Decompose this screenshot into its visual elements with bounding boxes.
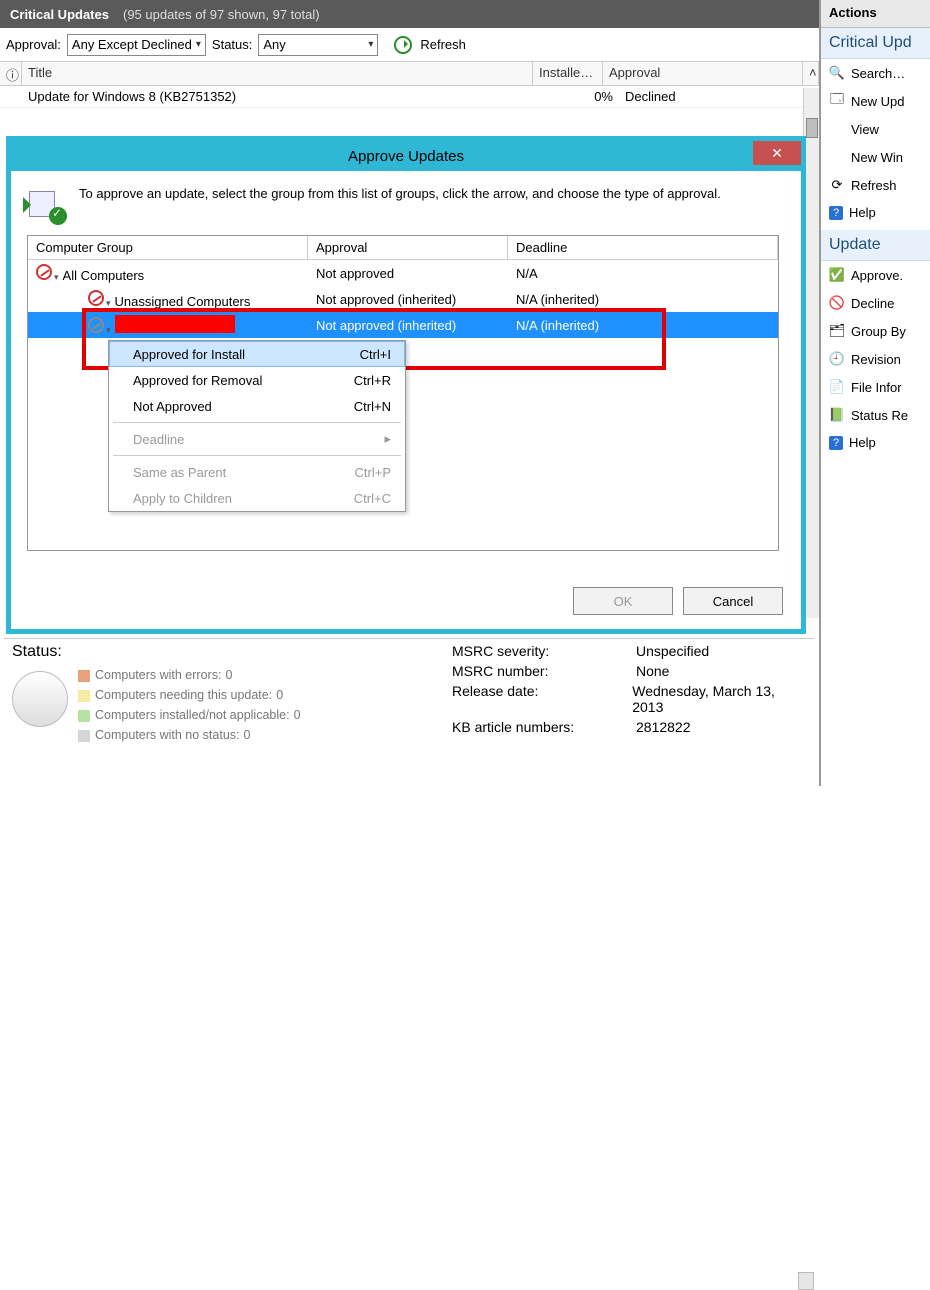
status-panel: Status: Computers with errors:0 Computer… [4,638,814,776]
action-help[interactable]: ?Help [821,199,930,226]
actions-pane: Actions Critical Upd 🔍Search… 🗔New Upd V… [820,0,930,786]
action-file-info[interactable]: 📄File Infor [821,373,930,401]
action-approve[interactable]: ✅Approve. [821,261,930,289]
redacted-group-name [115,315,235,333]
refresh-icon[interactable] [394,36,412,54]
prohibit-icon [36,264,52,280]
approve-icon [27,185,67,225]
file-icon: 📄 [829,379,845,395]
status-filter-combo[interactable]: Any ▾ [258,34,378,56]
prohibit-icon [88,290,104,306]
status-chart-icon [12,671,68,727]
action-help-2[interactable]: ?Help [821,429,930,456]
table-row[interactable]: Update for Windows 8 (KB2751352) 0% Decl… [0,86,819,108]
group-row-unassigned[interactable]: ▾Unassigned Computers Not approved (inhe… [28,286,778,312]
status-heading: Status: [12,643,452,661]
prohibit-icon [88,317,104,333]
action-revision[interactable]: 🕘Revision [821,345,930,373]
menu-deadline[interactable]: Deadline▸ [109,426,405,452]
action-new-update[interactable]: 🗔New Upd [821,87,930,115]
new-update-icon: 🗔 [829,93,845,109]
search-icon: 🔍 [829,65,845,81]
action-search[interactable]: 🔍Search… [821,59,930,87]
decline-icon: 🚫 [829,295,845,311]
col-deadline[interactable]: Deadline [508,236,778,259]
window-subtitle: (95 updates of 97 shown, 97 total) [123,7,320,22]
action-group-by[interactable]: 🗂Group By [821,317,930,345]
revision-icon: 🕘 [829,351,845,367]
col-approval[interactable]: Approval [603,62,803,85]
scroll-handle[interactable] [798,1272,814,1290]
refresh-link[interactable]: Refresh [420,37,466,52]
status-filter-label: Status: [212,37,252,52]
action-decline[interactable]: 🚫Decline [821,289,930,317]
filter-bar: Approval: Any Except Declined ▾ Status: … [0,28,819,62]
approval-context-menu: Approved for InstallCtrl+I Approved for … [108,340,406,512]
action-new-window[interactable]: New Win [821,143,930,171]
chevron-down-icon: ▾ [368,39,373,50]
action-refresh[interactable]: ⟳Refresh [821,171,930,199]
col-computer-group[interactable]: Computer Group [28,236,308,259]
menu-apply-children[interactable]: Apply to ChildrenCtrl+C [109,485,405,511]
col-icon[interactable]: ⓘ [0,62,22,85]
approval-filter-combo[interactable]: Any Except Declined ▾ [67,34,206,56]
col-installed[interactable]: Installe… [533,62,603,85]
actions-group-critical: Critical Upd [821,28,930,59]
window-title: Critical Updates [10,7,109,22]
actions-group-update: Update [821,230,930,261]
group-icon: 🗂 [829,323,845,339]
row-title: Update for Windows 8 (KB2751352) [22,87,549,106]
approve-icon: ✅ [829,267,845,283]
col-approval[interactable]: Approval [308,236,508,259]
menu-not-approved[interactable]: Not ApprovedCtrl+N [109,393,405,419]
ok-button[interactable]: OK [573,587,673,615]
status-icon: 📗 [829,407,845,423]
group-row-selected[interactable]: ▾ Not approved (inherited) N/A (inherite… [28,312,778,338]
approve-updates-dialog: Approve Updates ✕ To approve an update, … [6,136,806,634]
refresh-icon: ⟳ [829,177,845,193]
dialog-instruction: To approve an update, select the group f… [79,185,721,203]
group-row-all[interactable]: ▾All Computers Not approved N/A [28,260,778,286]
scroll-up[interactable]: ˄ [803,62,819,85]
col-title[interactable]: Title [22,62,533,85]
help-icon: ? [829,436,843,450]
dialog-title: Approve Updates [348,148,464,165]
help-icon: ? [829,206,843,220]
titlebar: Critical Updates (95 updates of 97 shown… [0,0,819,28]
row-approval: Declined [619,87,819,106]
cancel-button[interactable]: Cancel [683,587,783,615]
actions-header: Actions [821,0,930,28]
dialog-title-bar: Approve Updates ✕ [11,141,801,171]
action-status-report[interactable]: 📗Status Re [821,401,930,429]
approval-filter-label: Approval: [6,37,61,52]
row-installed: 0% [549,87,619,106]
action-view[interactable]: View [821,115,930,143]
close-button[interactable]: ✕ [753,141,801,165]
menu-approved-removal[interactable]: Approved for RemovalCtrl+R [109,367,405,393]
menu-same-as-parent[interactable]: Same as ParentCtrl+P [109,459,405,485]
menu-approved-install[interactable]: Approved for InstallCtrl+I [109,341,405,367]
updates-grid-header: ⓘ Title Installe… Approval ˄ [0,62,819,86]
chevron-down-icon: ▾ [196,39,201,50]
computer-group-table: Computer Group Approval Deadline ▾All Co… [27,235,779,551]
